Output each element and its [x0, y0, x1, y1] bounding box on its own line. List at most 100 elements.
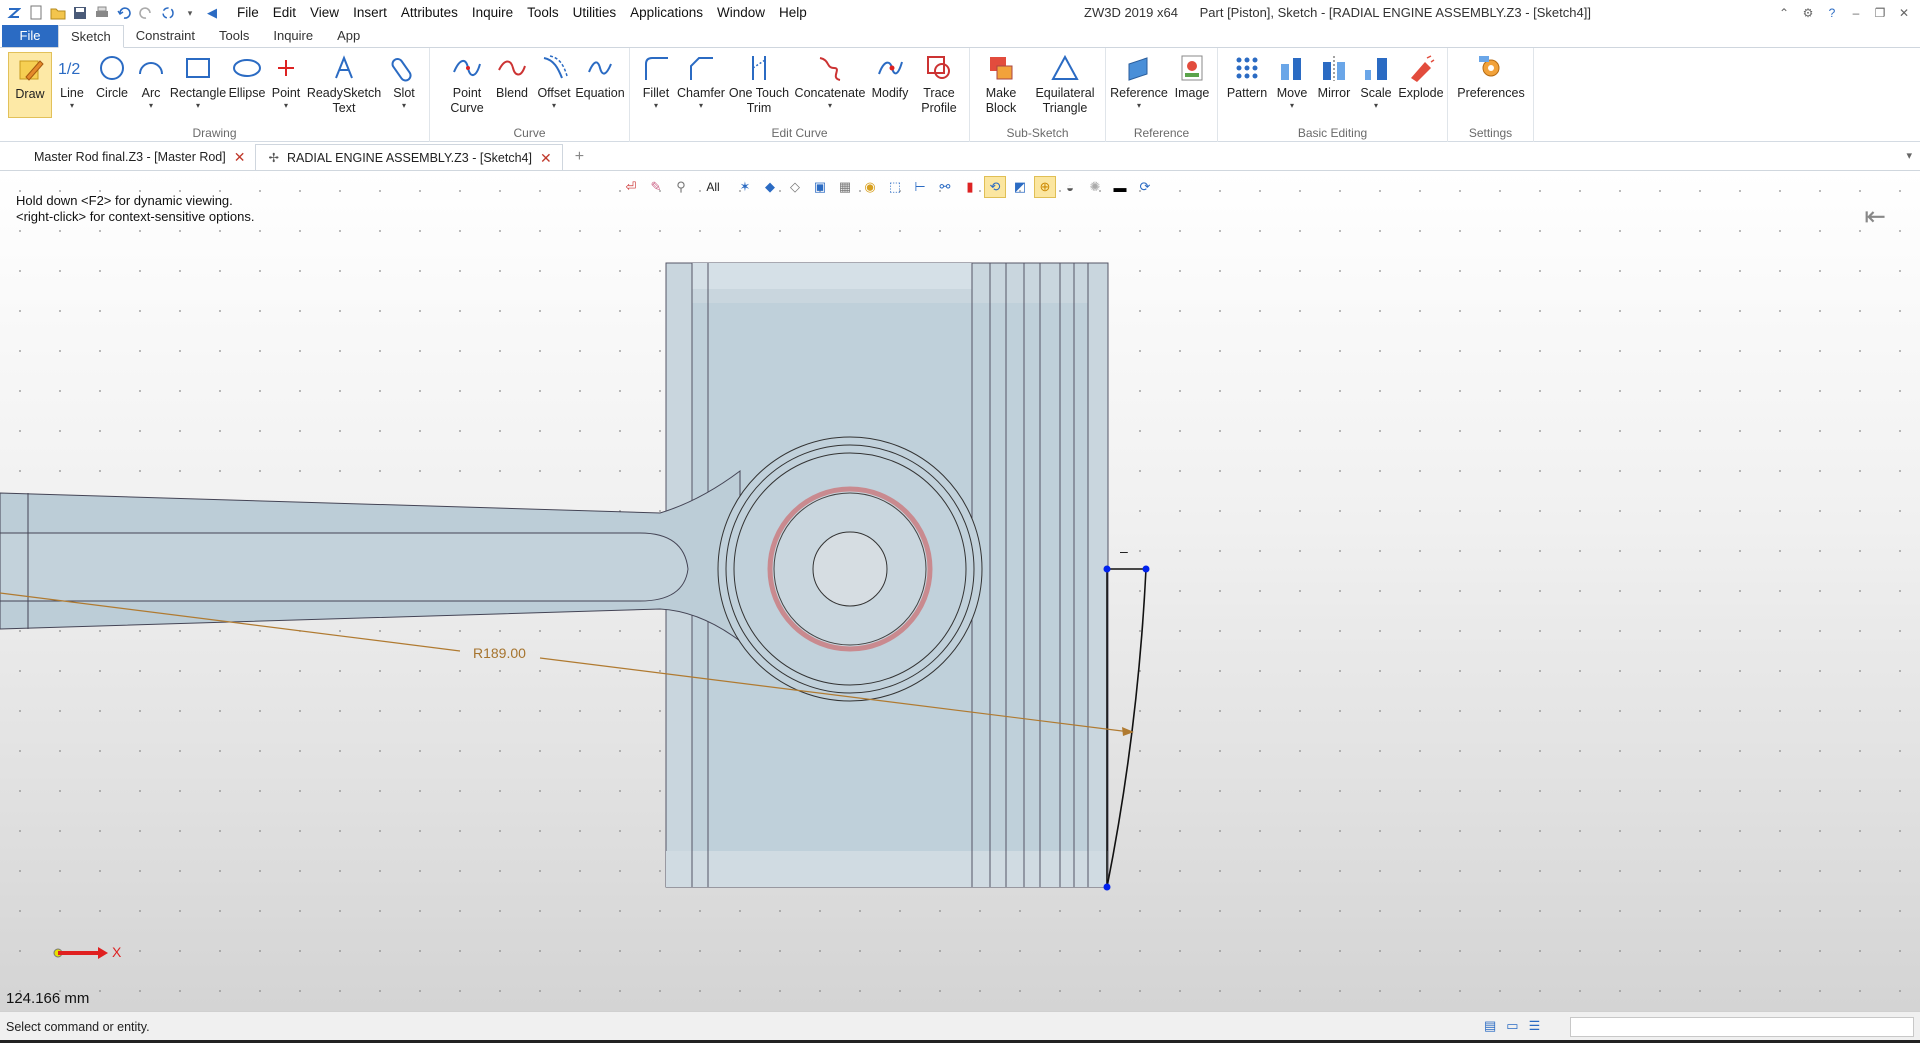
- modify-button[interactable]: Modify: [868, 52, 912, 101]
- menu-utilities[interactable]: Utilities: [566, 0, 624, 26]
- menu-edit[interactable]: Edit: [266, 0, 303, 26]
- menu-file[interactable]: File: [230, 0, 266, 26]
- settings-gear-icon[interactable]: ⚙: [1796, 6, 1820, 20]
- menu-insert[interactable]: Insert: [346, 0, 394, 26]
- concatenate-button[interactable]: Concatenate ▾: [794, 52, 866, 111]
- new-file-icon[interactable]: [26, 3, 46, 23]
- offset-button[interactable]: Offset ▾: [534, 52, 574, 111]
- menu-inquire[interactable]: Inquire: [465, 0, 520, 26]
- new-tab-plus-icon[interactable]: +: [575, 144, 584, 170]
- draw-button[interactable]: Draw: [8, 52, 52, 118]
- back-arrow-icon[interactable]: ◀: [202, 3, 222, 23]
- sketch-canvas[interactable]: [0, 171, 1920, 1011]
- reference-button[interactable]: Reference ▾: [1110, 52, 1168, 111]
- trace-profile-button[interactable]: Trace Profile: [914, 52, 964, 116]
- redo-icon[interactable]: [136, 3, 156, 23]
- layout-icon[interactable]: ▤: [1484, 1018, 1496, 1034]
- menu-applications[interactable]: Applications: [623, 0, 710, 26]
- cube-shaded-icon[interactable]: ◆: [759, 176, 781, 198]
- menu-help[interactable]: Help: [772, 0, 814, 26]
- light-icon[interactable]: ✺: [1084, 176, 1106, 198]
- render-icon[interactable]: ◒: [1059, 176, 1081, 198]
- monitor-icon[interactable]: ▭: [1506, 1018, 1518, 1034]
- constraint-icon[interactable]: ⚯: [934, 176, 956, 198]
- close-tab-icon[interactable]: ✕: [540, 145, 552, 171]
- color-icon[interactable]: ▮: [959, 176, 981, 198]
- filter-icon[interactable]: ⚲: [670, 176, 692, 198]
- arc-button[interactable]: Arc ▾: [134, 52, 168, 111]
- close-tab-icon[interactable]: ✕: [234, 144, 246, 170]
- close-icon[interactable]: ✕: [1892, 6, 1916, 20]
- rectangle-button[interactable]: Rectangle ▾: [170, 52, 226, 111]
- target-icon[interactable]: ⊕: [1034, 176, 1056, 198]
- open-folder-icon[interactable]: [48, 3, 68, 23]
- make-block-button[interactable]: Make Block: [978, 52, 1024, 116]
- ribbon-collapse-icon[interactable]: ⌃: [1772, 6, 1796, 20]
- equilateral-triangle-button[interactable]: Equilateral Triangle: [1030, 52, 1100, 116]
- menu-attributes[interactable]: Attributes: [394, 0, 465, 26]
- line-button[interactable]: 1/2 Line ▾: [54, 52, 90, 111]
- dimension-icon[interactable]: ⊢: [909, 176, 931, 198]
- equation-button[interactable]: Equation: [574, 52, 626, 101]
- display-icon[interactable]: ◉: [859, 176, 881, 198]
- preferences-button[interactable]: Preferences: [1454, 52, 1528, 101]
- point-button[interactable]: Point ▾: [268, 52, 304, 111]
- ellipse-button[interactable]: Ellipse: [228, 52, 266, 101]
- readysketch-text-button[interactable]: ReadySketch Text: [307, 52, 381, 116]
- sketch-point[interactable]: [1103, 883, 1111, 891]
- rotate-view-icon[interactable]: [158, 3, 178, 23]
- move-button[interactable]: Move ▾: [1272, 52, 1312, 111]
- tab-tools[interactable]: Tools: [207, 25, 261, 47]
- list-icon[interactable]: ☰: [1529, 1018, 1541, 1034]
- menu-view[interactable]: View: [303, 0, 346, 26]
- pick-icon[interactable]: ✶: [734, 176, 756, 198]
- scale-button[interactable]: Scale ▾: [1356, 52, 1396, 111]
- menu-tools[interactable]: Tools: [520, 0, 566, 26]
- tab-app[interactable]: App: [325, 25, 372, 47]
- image-button[interactable]: Image: [1170, 52, 1214, 101]
- circle-button[interactable]: Circle: [92, 52, 132, 101]
- view-plane-icon[interactable]: ▣: [809, 176, 831, 198]
- pattern-button[interactable]: Pattern: [1224, 52, 1270, 101]
- dimension-label[interactable]: R189.00: [473, 645, 526, 661]
- black-rect-icon[interactable]: ▬: [1109, 176, 1131, 198]
- slot-button[interactable]: Slot ▾: [384, 52, 424, 111]
- point-curve-button[interactable]: Point Curve: [444, 52, 490, 116]
- orbit-icon[interactable]: ⟳: [1134, 176, 1156, 198]
- tab-constraint[interactable]: Constraint: [124, 25, 207, 47]
- chamfer-button[interactable]: Chamfer ▾: [676, 52, 726, 111]
- menu-window[interactable]: Window: [710, 0, 772, 26]
- app-logo-icon[interactable]: [4, 3, 24, 23]
- minimize-icon[interactable]: ‒: [1844, 6, 1868, 20]
- tab-sketch[interactable]: Sketch: [58, 25, 124, 48]
- doc-tab-master-rod[interactable]: Master Rod final.Z3 - [Master Rod] ✕: [0, 144, 255, 170]
- one-touch-trim-button[interactable]: One Touch Trim: [728, 52, 790, 116]
- sketch-point[interactable]: [1142, 565, 1150, 573]
- filter-all-select[interactable]: All: [695, 176, 731, 198]
- grid-icon[interactable]: ▦: [834, 176, 856, 198]
- undo-icon[interactable]: [114, 3, 134, 23]
- print-icon[interactable]: [92, 3, 112, 23]
- save-icon[interactable]: [70, 3, 90, 23]
- blend-button[interactable]: Blend: [490, 52, 534, 101]
- snap-icon[interactable]: ⟲: [984, 176, 1006, 198]
- cube-wire-icon[interactable]: ◇: [784, 176, 806, 198]
- explode-button[interactable]: Explode: [1398, 52, 1444, 101]
- doc-tab-radial-engine[interactable]: ✢ RADIAL ENGINE ASSEMBLY.Z3 - [Sketch4] …: [255, 144, 563, 171]
- tab-inquire[interactable]: Inquire: [261, 25, 325, 47]
- fillet-button[interactable]: Fillet ▾: [636, 52, 676, 111]
- zoom-fit-icon[interactable]: ⬚: [884, 176, 906, 198]
- graphics-viewport[interactable]: Hold down <F2> for dynamic viewing. <rig…: [0, 171, 1920, 1011]
- chevron-down-icon[interactable]: ▾: [180, 3, 200, 23]
- layer-icon[interactable]: ◩: [1009, 176, 1031, 198]
- piston-pin-boss[interactable]: [717, 436, 983, 702]
- mirror-button[interactable]: Mirror: [1312, 52, 1356, 101]
- sketch-point[interactable]: [1103, 565, 1111, 573]
- help-icon[interactable]: ?: [1820, 6, 1844, 20]
- restore-icon[interactable]: ❐: [1868, 6, 1892, 20]
- exit-arrow-icon[interactable]: ⇤: [1864, 201, 1886, 232]
- exit-sketch-icon[interactable]: ⏎: [620, 176, 642, 198]
- tab-list-chevron-icon[interactable]: ▾: [1906, 149, 1912, 162]
- tab-file[interactable]: File: [2, 25, 58, 47]
- command-input[interactable]: [1570, 1017, 1914, 1037]
